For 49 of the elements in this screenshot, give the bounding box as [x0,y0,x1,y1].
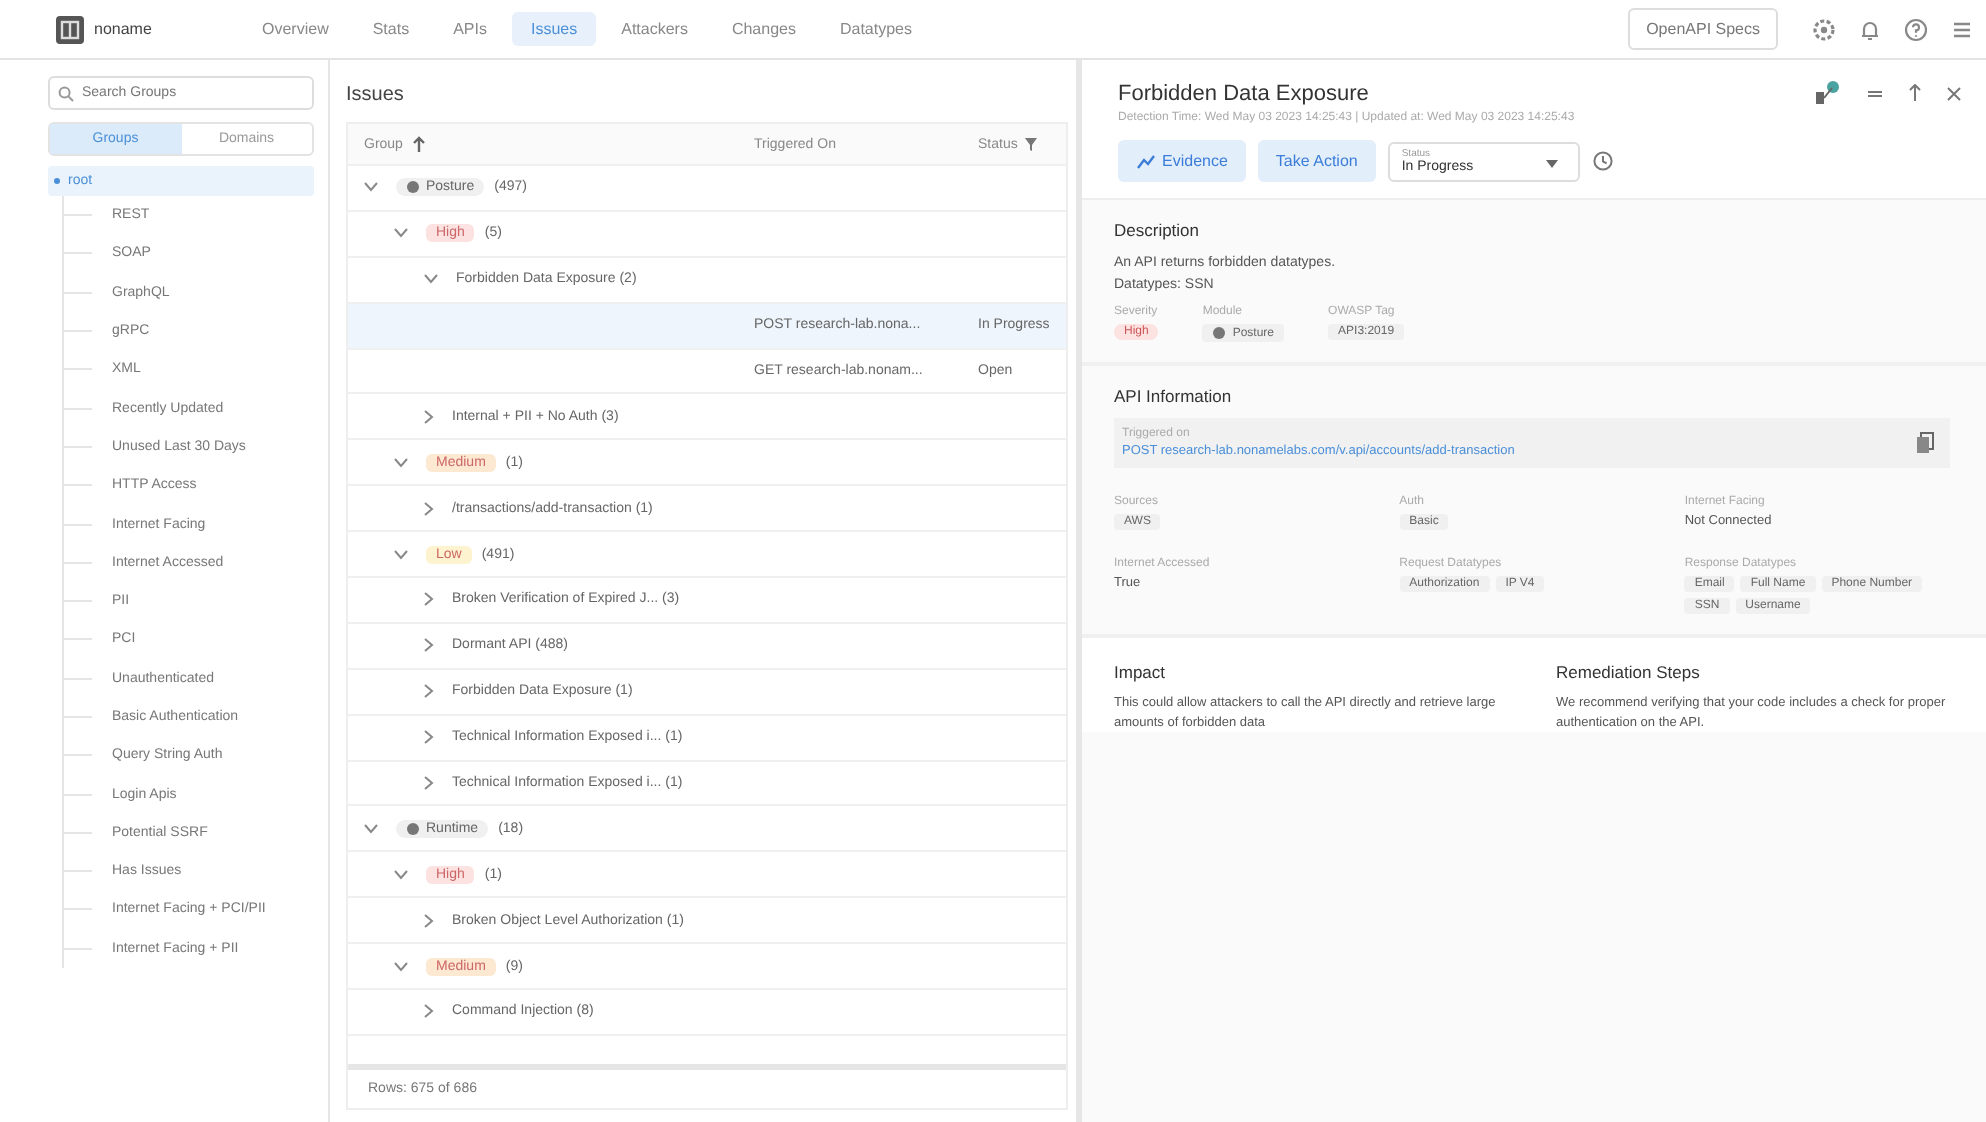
caret-down-icon[interactable] [364,823,378,834]
take-action-button[interactable]: Take Action [1257,140,1376,182]
nav-tab[interactable]: APIs [435,12,505,46]
caret-right-icon[interactable] [424,409,434,424]
caret-down-icon[interactable] [394,961,408,972]
caret-down-icon[interactable] [394,869,408,880]
section-heading: API Information [1114,386,1234,406]
share-icon[interactable] [1814,80,1842,106]
expand-dot-icon [54,178,60,184]
section-heading: Impact [1114,662,1168,682]
settings-icon[interactable] [1812,17,1836,41]
nav-tab[interactable]: Stats [354,12,428,46]
logo-icon [56,15,84,43]
close-icon[interactable] [1946,85,1962,101]
bell-icon[interactable] [1858,17,1882,41]
help-icon[interactable] [1904,17,1928,41]
caret-right-icon[interactable] [424,730,434,745]
page-title: Issues [346,84,406,106]
caret-right-icon[interactable] [424,776,434,791]
caret-right-icon[interactable] [424,913,434,928]
nav-tab[interactable]: Changes [713,12,814,46]
caret-right-icon[interactable] [424,592,434,607]
caret-down-icon[interactable] [394,549,408,560]
sort-arrow-icon[interactable] [412,136,427,152]
caret-right-icon[interactable] [424,684,434,699]
nav-tab[interactable]: Overview [244,12,347,46]
chart-icon [1136,153,1156,169]
caret-down-icon[interactable] [394,457,408,468]
search-icon [58,85,74,101]
logo-text: noname [94,20,152,38]
caret-right-icon[interactable] [424,501,434,516]
dropdown-caret-icon [1545,159,1558,167]
filter-icon[interactable] [1023,136,1038,152]
history-icon[interactable] [1591,150,1614,172]
issue-title: Forbidden Data Exposure [1118,81,1369,105]
caret-down-icon[interactable] [364,182,378,193]
nav-tab[interactable]: Attackers [603,12,706,46]
caret-down-icon[interactable] [424,274,438,285]
section-heading: Remediation Steps [1556,662,1702,682]
menu-icon[interactable] [1950,17,1974,41]
caret-right-icon[interactable] [424,1004,434,1019]
nav-tab[interactable]: Datatypes [821,12,931,46]
openapi-specs-button[interactable]: OpenAPI Specs [1628,8,1778,50]
evidence-button[interactable]: Evidence [1118,140,1246,182]
caret-down-icon[interactable] [394,228,408,239]
nav-tab[interactable]: Issues [512,12,596,46]
caret-right-icon[interactable] [424,638,434,653]
copy-icon[interactable] [1916,432,1934,454]
section-heading: Description [1114,220,1202,240]
